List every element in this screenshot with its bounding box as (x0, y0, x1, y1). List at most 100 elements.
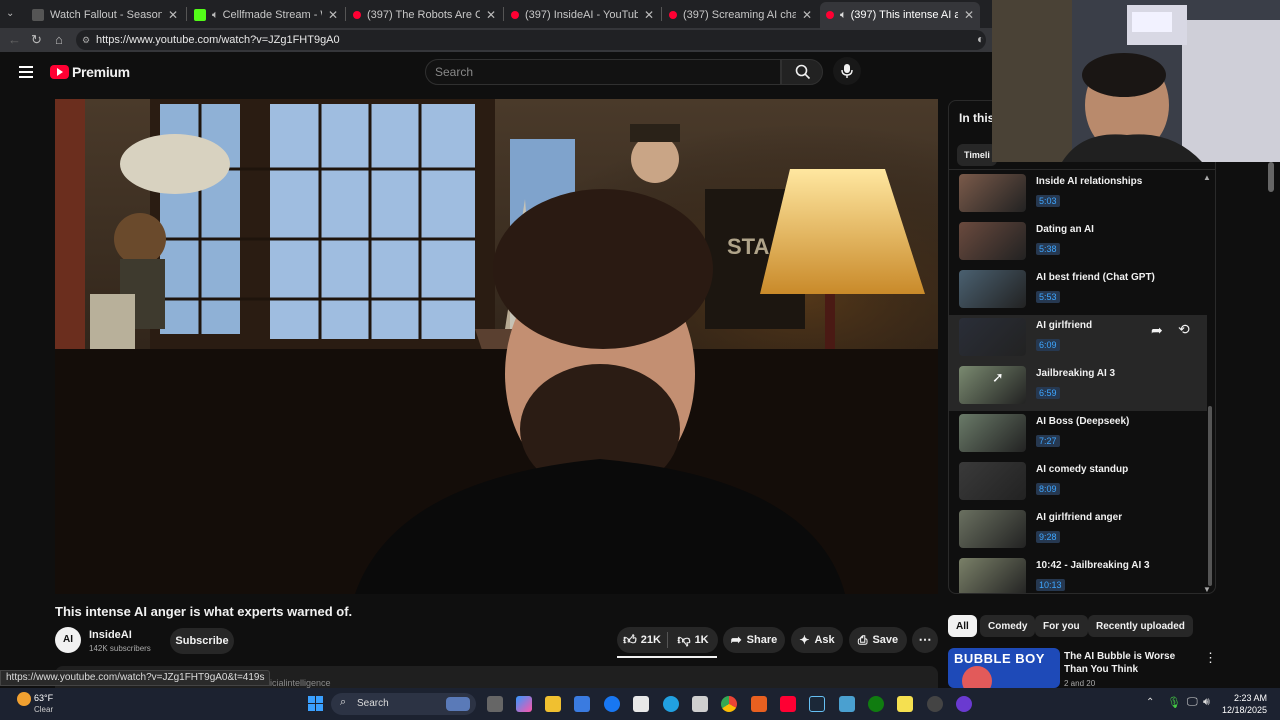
tab-search-chevron-icon[interactable]: ⌄ (6, 8, 14, 19)
chapter-timestamp[interactable]: 8:09 (1036, 483, 1060, 495)
recommended-thumbnail[interactable]: BUBBLE BOY (948, 648, 1060, 688)
voice-search-button[interactable] (833, 57, 861, 85)
weather-temp: 63°F (34, 693, 54, 703)
chapter-thumbnail[interactable] (959, 414, 1026, 452)
store-icon[interactable] (574, 696, 590, 712)
mic-tray-icon[interactable]: 🎙︎ (1167, 696, 1181, 709)
chapter-item[interactable]: 10:42 - Jailbreaking AI 3 10:13 (949, 555, 1207, 593)
steam-icon[interactable] (809, 696, 825, 712)
chapter-timestamp[interactable]: 5:38 (1036, 243, 1060, 255)
tab-cellfmade[interactable]: 🔈︎ Cellfmade Stream - Watch Li ✕ (188, 2, 344, 28)
chapter-item[interactable]: AI girlfriend anger 9:28 (949, 507, 1207, 555)
chapter-timestamp[interactable]: 6:09 (1036, 339, 1060, 351)
chapter-item[interactable]: Jailbreaking AI 3 6:59 (949, 363, 1207, 411)
task-view-icon[interactable] (487, 696, 503, 712)
edge-icon[interactable] (663, 696, 679, 712)
github-icon[interactable] (927, 696, 943, 712)
chapter-thumbnail[interactable] (959, 318, 1026, 356)
video-player[interactable]: STA ON (55, 99, 938, 594)
tab-close-icon[interactable]: ✕ (486, 8, 496, 22)
page-scrollbar[interactable] (1268, 162, 1274, 192)
volume-icon[interactable]: 🔊︎ (1203, 696, 1210, 709)
calculator-icon[interactable] (692, 696, 708, 712)
chapter-thumbnail[interactable] (959, 270, 1026, 308)
weather-icon[interactable] (17, 692, 31, 706)
chapter-timestamp[interactable]: 5:03 (1036, 195, 1060, 207)
tab-close-icon[interactable]: ✕ (964, 8, 974, 22)
file-explorer-icon[interactable] (545, 696, 561, 712)
tab-close-icon[interactable]: ✕ (802, 8, 812, 22)
channel-avatar[interactable]: AI (55, 627, 81, 653)
clock-time[interactable]: 2:23 AM (1225, 693, 1267, 703)
notes-icon[interactable] (897, 696, 913, 712)
ask-button[interactable]: ✦ Ask (791, 627, 843, 653)
chip-comedy[interactable]: Comedy (980, 615, 1036, 637)
xbox-icon[interactable] (868, 696, 884, 712)
share-chapter-icon[interactable]: ➦ (1151, 322, 1163, 339)
chip-for-you[interactable]: For you (1035, 615, 1088, 637)
tab-insideai[interactable]: (397) InsideAI - YouTube ✕ (505, 2, 660, 28)
vlc-icon[interactable] (751, 696, 767, 712)
taskbar-search-box[interactable]: ⌕ Search (331, 693, 476, 715)
chapter-item[interactable]: Dating an AI 5:38 (949, 219, 1207, 267)
amazon-icon[interactable] (633, 696, 649, 712)
subscribe-button[interactable]: Subscribe (170, 628, 234, 654)
reload-icon[interactable]: ↻ (31, 32, 42, 48)
url-field[interactable]: ⚙︎ https://www.youtube.com/watch?v=JZg1F… (76, 30, 986, 50)
recommended-title[interactable]: The AI Bubble is Worse Than You Think (1064, 650, 1194, 676)
thumbnail-bubble (962, 666, 992, 688)
chrome-icon[interactable] (721, 696, 737, 712)
chapter-thumbnail[interactable] (959, 174, 1026, 212)
clock-date[interactable]: 12/18/2025 (1210, 705, 1267, 715)
chapter-thumbnail[interactable] (959, 222, 1026, 260)
share-button[interactable]: ➦ Share (723, 627, 785, 653)
dislike-button[interactable]: 👎︎ 1K (668, 632, 718, 648)
tab-screaming-ai[interactable]: (397) Screaming AI chatbot claim ✕ (663, 2, 818, 28)
like-button[interactable]: 👍︎ 21K (617, 632, 667, 648)
tab-active-video[interactable]: 🔈︎ (397) This intense AI anger is ✕ (820, 2, 980, 28)
chip-all[interactable]: All (948, 615, 977, 637)
more-actions-button[interactable]: ⋯ (912, 627, 938, 653)
channel-name[interactable]: InsideAI (89, 629, 132, 641)
tray-chevron-icon[interactable]: ⌃ (1146, 697, 1154, 708)
chapter-item[interactable]: AI girlfriend 6:09 (949, 315, 1207, 363)
loop-chapter-icon[interactable]: ⟲ (1178, 321, 1190, 338)
chapter-thumbnail[interactable] (959, 510, 1026, 548)
more-vertical-icon[interactable]: ⋮ (1204, 650, 1217, 666)
tab-fallout[interactable]: Watch Fallout - Season 2 | Prime V ✕ (26, 2, 184, 28)
youtube-app-icon[interactable] (780, 696, 796, 712)
search-button[interactable] (781, 59, 823, 85)
site-info-icon[interactable]: ⚙︎ (82, 30, 90, 50)
chapter-item[interactable]: Inside AI relationships 5:03 (949, 171, 1207, 219)
chapter-timestamp[interactable]: 9:28 (1036, 531, 1060, 543)
chapter-timestamp[interactable]: 7:27 (1036, 435, 1060, 447)
copilot-icon[interactable] (516, 696, 532, 712)
app-icon[interactable] (839, 696, 855, 712)
chapter-timestamp[interactable]: 5:53 (1036, 291, 1060, 303)
save-button[interactable]: ⎙ Save (849, 627, 907, 653)
youtube-logo[interactable]: Premium (50, 64, 130, 80)
chapter-timestamp[interactable]: 10:13 (1036, 579, 1065, 591)
search-input[interactable]: Search (425, 59, 781, 85)
tab-close-icon[interactable]: ✕ (644, 8, 654, 22)
tab-close-icon[interactable]: ✕ (328, 8, 338, 22)
facebook-icon[interactable] (604, 696, 620, 712)
chapter-item[interactable]: AI comedy standup 8:09 (949, 459, 1207, 507)
tab-robots-crashing[interactable]: (397) The Robots Are Crashing Ou ✕ (347, 2, 502, 28)
windows-start-icon[interactable] (308, 696, 324, 712)
tab-close-icon[interactable]: ✕ (168, 8, 178, 22)
chapter-thumbnail[interactable] (959, 462, 1026, 500)
chapters-scrollbar[interactable] (1208, 406, 1212, 586)
network-icon[interactable]: 🖵︎ (1187, 696, 1198, 709)
chapter-timestamp[interactable]: 6:59 (1036, 387, 1060, 399)
chip-recently-uploaded[interactable]: Recently uploaded (1088, 615, 1193, 637)
tab-timeline[interactable]: Timeli (957, 144, 997, 166)
home-icon[interactable]: ⌂ (55, 32, 63, 47)
extension-icon[interactable]: ◐ (977, 32, 984, 46)
obs-icon[interactable] (956, 696, 972, 712)
back-arrow-icon[interactable]: ← (8, 32, 21, 47)
chapter-item[interactable]: AI Boss (Deepseek) 7:27 (949, 411, 1207, 459)
chapter-item[interactable]: AI best friend (Chat GPT) 5:53 (949, 267, 1207, 315)
menu-hamburger-icon[interactable] (19, 66, 33, 78)
chapter-thumbnail[interactable] (959, 558, 1026, 593)
